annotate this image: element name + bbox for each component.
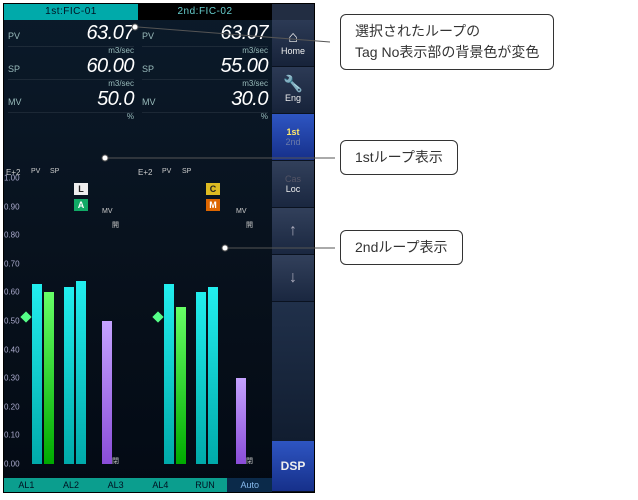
bargraph-area: 1.00 0.90 0.80 0.70 0.60 0.50 0.40 0.30 … xyxy=(4,178,272,478)
loop1-sp: 60.00 xyxy=(86,55,134,78)
al1-bar xyxy=(64,178,74,464)
mode-indicator: Auto xyxy=(227,478,272,492)
loop1-pv-bar xyxy=(32,178,42,464)
al3[interactable]: AL3 xyxy=(93,478,138,492)
run-indicator: RUN xyxy=(183,478,228,492)
eng-button[interactable]: 🔧 Eng xyxy=(272,67,314,114)
al4-bar xyxy=(208,178,218,464)
al2[interactable]: AL2 xyxy=(49,478,94,492)
al1[interactable]: AL1 xyxy=(4,478,49,492)
loop2-pv-bar xyxy=(164,178,174,464)
tag-1st[interactable]: 1st:FIC-01 xyxy=(4,4,138,20)
callout-2nd-loop: 2ndループ表示 xyxy=(220,230,463,265)
loop2-sp-bar xyxy=(176,178,186,464)
y-scale: 1.00 0.90 0.80 0.70 0.60 0.50 0.40 0.30 … xyxy=(4,178,26,464)
loop1-mv: 50.0 xyxy=(97,88,134,111)
al4[interactable]: AL4 xyxy=(138,478,183,492)
dsp-button[interactable]: DSP xyxy=(272,441,314,492)
al2-bar xyxy=(76,178,86,464)
loop2-mv-bar xyxy=(236,178,246,464)
al3-bar xyxy=(196,178,206,464)
loop1-readout: PV63.07 m3/sec SP60.00 m3/sec MV50.0 % xyxy=(4,20,138,121)
footer-strip: AL1 AL2 AL3 AL4 RUN Auto xyxy=(4,478,272,492)
callout-1st-loop: 1stループ表示 xyxy=(100,140,458,175)
wrench-icon: 🔧 xyxy=(283,77,303,93)
arrow-down-icon: ↓ xyxy=(289,270,297,286)
loop1-sp-bar xyxy=(44,178,54,464)
loop2-mv: 30.0 xyxy=(231,88,268,111)
callout-tag-bg: 選択されたループのTag No表示部の背景色が変色 xyxy=(130,14,554,70)
loop1-mv-bar xyxy=(102,178,112,464)
loop1-pv: 63.07 xyxy=(86,22,134,45)
